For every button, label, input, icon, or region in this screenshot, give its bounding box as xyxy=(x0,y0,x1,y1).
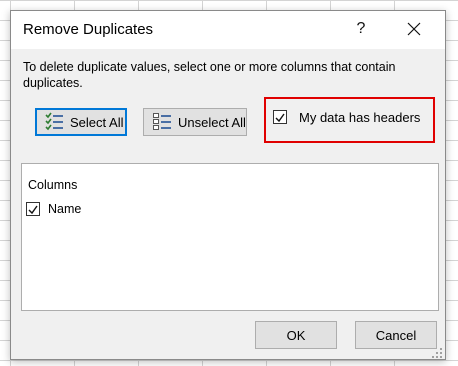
column-name-checkbox[interactable] xyxy=(26,202,40,216)
cancel-button[interactable]: Cancel xyxy=(355,321,437,349)
checkmark-icon xyxy=(28,205,38,215)
columns-header: Columns xyxy=(28,178,78,192)
close-icon xyxy=(407,22,421,36)
close-button[interactable] xyxy=(399,15,429,43)
unselect-all-list-icon xyxy=(152,112,172,132)
instructions-text: To delete duplicate values, select one o… xyxy=(23,60,396,90)
resize-grip-icon[interactable] xyxy=(431,347,443,359)
column-name-label[interactable]: Name xyxy=(48,202,81,216)
select-all-label: Select All xyxy=(70,114,124,130)
unselect-all-button[interactable]: Unselect All xyxy=(143,108,247,136)
select-all-button[interactable]: Select All xyxy=(35,108,127,136)
unselect-all-label: Unselect All xyxy=(178,114,246,130)
my-data-has-headers-checkbox[interactable] xyxy=(273,110,287,124)
dialog-titlebar: Remove Duplicates ? xyxy=(11,11,445,49)
my-data-has-headers-label[interactable]: My data has headers xyxy=(299,110,420,125)
columns-list: Columns Name xyxy=(21,163,439,311)
remove-duplicates-dialog: Remove Duplicates ? To delete duplicate … xyxy=(10,10,446,360)
checkmark-icon xyxy=(275,113,285,123)
help-button[interactable]: ? xyxy=(351,19,371,39)
dialog-title: Remove Duplicates xyxy=(23,21,154,38)
ok-button[interactable]: OK xyxy=(255,321,337,349)
select-all-list-icon xyxy=(44,112,64,132)
